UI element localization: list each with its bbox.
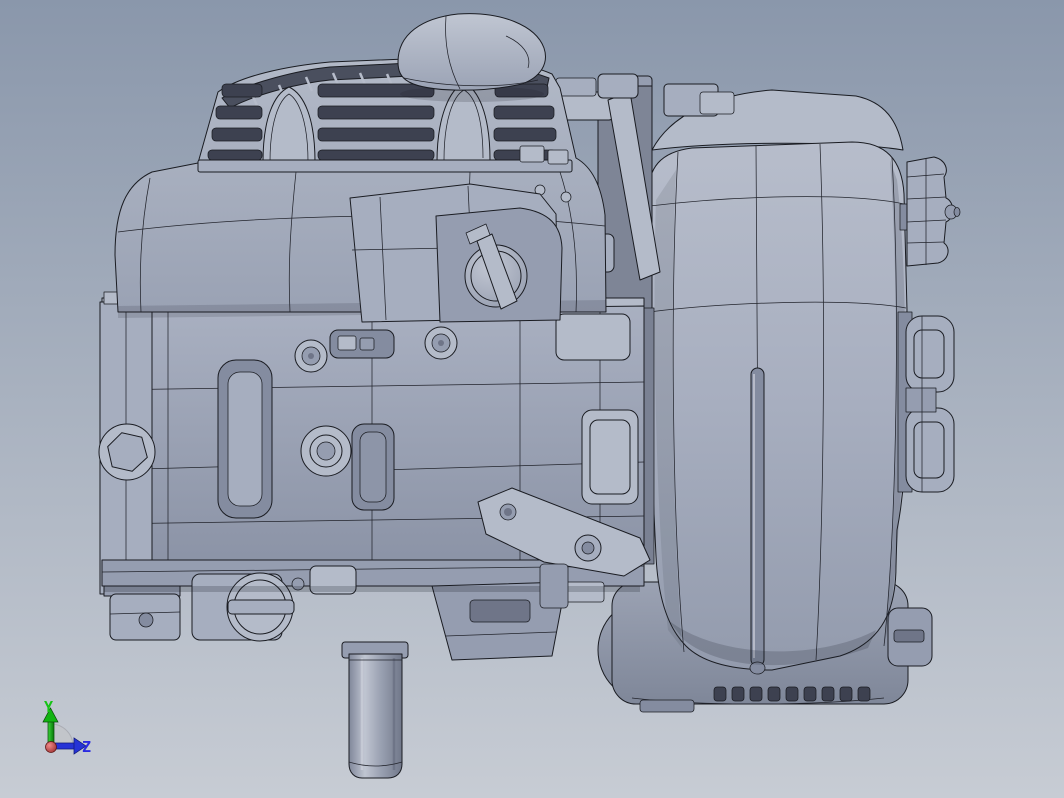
knob-waist <box>905 387 937 413</box>
bolt-boss <box>424 326 458 360</box>
crankcase-pad <box>555 313 631 361</box>
dipstick-handle[interactable] <box>597 73 639 99</box>
y-axis-label: Y <box>44 698 53 716</box>
x-axis-ball <box>45 741 57 753</box>
oil-drain-cap-slot <box>227 599 295 615</box>
fuel-line-end <box>749 661 766 675</box>
bolt-boss <box>294 339 328 373</box>
arm-support <box>539 563 569 609</box>
fuel-line[interactable] <box>750 367 765 667</box>
tank-top-block-2 <box>699 91 735 115</box>
muffler-foot <box>639 699 695 713</box>
shroud-ledge <box>197 159 573 173</box>
muffler-vent-slots <box>713 686 871 702</box>
oil-filler-cap[interactable] <box>435 207 563 323</box>
cad-viewport[interactable]: Y Z <box>0 0 1064 798</box>
control-block <box>555 77 597 97</box>
z-axis-label: Z <box>82 738 91 756</box>
knob-upper-lobe[interactable] <box>905 315 955 393</box>
crankcase-rib <box>227 371 263 507</box>
muffler-bracket-slot <box>893 629 925 643</box>
knob-lower-lobe[interactable] <box>905 407 955 493</box>
bearing-boss <box>300 425 352 477</box>
model-canvas[interactable]: Y Z <box>0 0 1064 798</box>
fuel-tank-front-face[interactable] <box>647 141 908 671</box>
output-shaft[interactable] <box>341 641 409 779</box>
shroud-screw-2 <box>560 191 572 203</box>
foot-bolt <box>138 612 154 628</box>
